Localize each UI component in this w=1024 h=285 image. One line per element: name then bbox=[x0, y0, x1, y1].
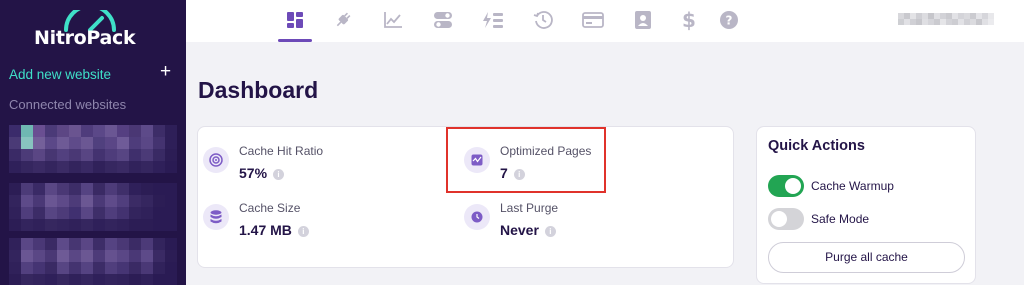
stat-value: Never i bbox=[500, 222, 556, 238]
connected-websites-heading: Connected websites bbox=[9, 97, 127, 112]
brand-name: NitroPack bbox=[34, 27, 136, 49]
stat-label: Last Purge bbox=[500, 201, 559, 215]
add-website-link[interactable]: Add new website bbox=[9, 67, 111, 82]
svg-text:?: ? bbox=[726, 14, 733, 28]
user-menu[interactable] bbox=[898, 13, 994, 25]
safe-mode-toggle[interactable] bbox=[768, 208, 804, 230]
dashboard-icon[interactable] bbox=[280, 6, 310, 34]
stat-value: 57% i bbox=[239, 165, 285, 181]
highlight-box bbox=[446, 127, 606, 193]
purge-all-cache-button[interactable]: Purge all cache bbox=[768, 242, 965, 273]
database-icon bbox=[203, 204, 229, 230]
cache-warmup-label: Cache Warmup bbox=[811, 179, 894, 193]
plug-icon[interactable] bbox=[328, 6, 358, 34]
safe-mode-label: Safe Mode bbox=[811, 212, 870, 226]
toggle-knob bbox=[785, 178, 801, 194]
website-item[interactable] bbox=[9, 125, 177, 173]
clock-icon bbox=[464, 204, 490, 230]
bolt-list-icon[interactable] bbox=[478, 6, 508, 34]
blurred-site bbox=[9, 238, 177, 285]
stat-value: 1.47 MB i bbox=[239, 222, 309, 238]
target-icon bbox=[203, 147, 229, 173]
stat-label: Cache Size bbox=[239, 201, 301, 215]
history-icon[interactable] bbox=[528, 6, 558, 34]
info-icon[interactable]: i bbox=[544, 226, 556, 237]
plus-icon[interactable]: + bbox=[160, 62, 171, 81]
page-title: Dashboard bbox=[198, 77, 319, 103]
top-navigation: $ ? bbox=[186, 0, 1024, 42]
info-icon[interactable]: i bbox=[297, 226, 309, 237]
website-item[interactable] bbox=[9, 183, 177, 231]
toggle-knob bbox=[771, 211, 787, 227]
sidebar: NitroPack Add new website + Connected we… bbox=[0, 0, 186, 285]
dollar-icon[interactable]: $ bbox=[674, 6, 704, 34]
svg-text:$: $ bbox=[682, 9, 696, 31]
nitropack-logo[interactable]: NitroPack bbox=[34, 10, 144, 50]
stat-label: Cache Hit Ratio bbox=[239, 144, 324, 158]
blurred-site bbox=[9, 183, 177, 231]
help-icon[interactable]: ? bbox=[714, 6, 744, 34]
quick-actions-card: Quick Actions Cache Warmup Safe Mode Pur… bbox=[756, 126, 976, 284]
main-content: Dashboard Cache Hit Ratio 57% i Optimized… bbox=[186, 42, 1024, 285]
quick-actions-title: Quick Actions bbox=[768, 138, 865, 154]
toggles-icon[interactable] bbox=[428, 6, 458, 34]
credit-card-icon[interactable] bbox=[578, 6, 608, 34]
website-item[interactable] bbox=[9, 238, 177, 285]
user-card-icon[interactable] bbox=[628, 6, 658, 34]
chart-line-icon[interactable] bbox=[378, 6, 408, 34]
stats-card: Cache Hit Ratio 57% i Optimized Pages 7i … bbox=[197, 126, 734, 268]
cache-warmup-toggle[interactable] bbox=[768, 175, 804, 197]
info-icon[interactable]: i bbox=[273, 169, 285, 180]
blurred-site bbox=[9, 125, 177, 173]
